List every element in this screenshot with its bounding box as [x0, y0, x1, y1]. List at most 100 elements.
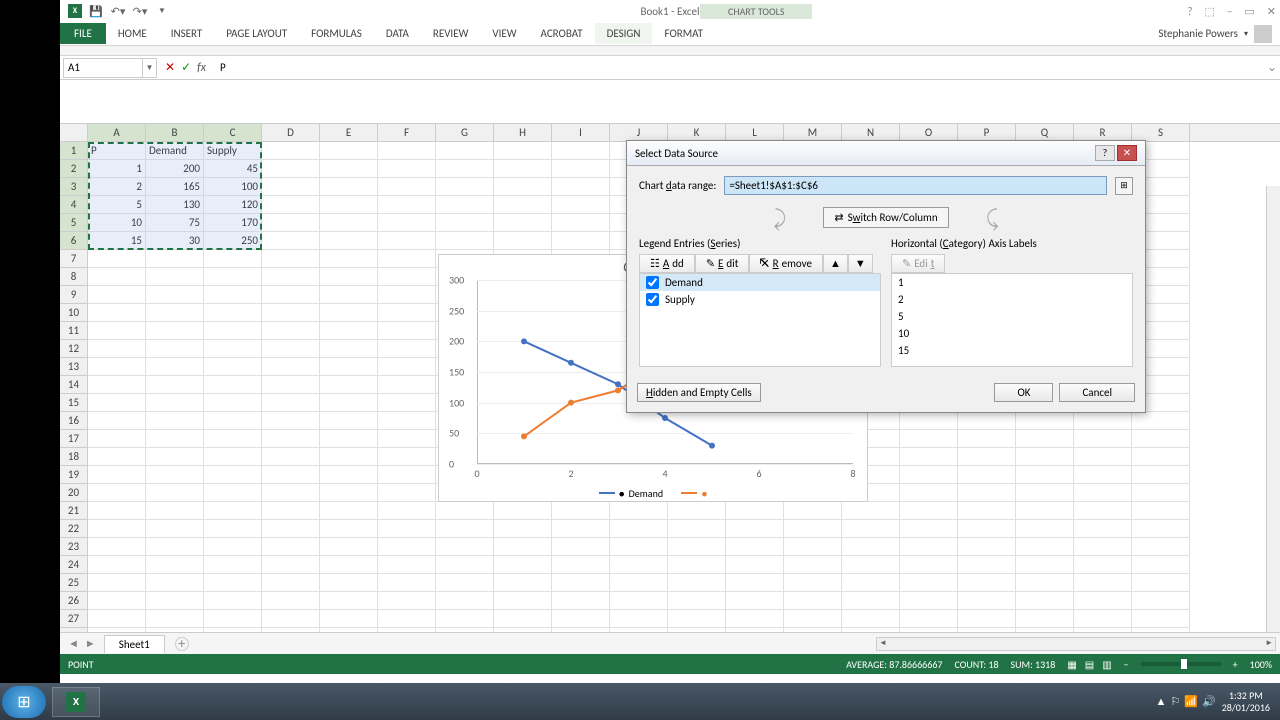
cell[interactable] — [204, 502, 262, 520]
cell[interactable]: 100 — [204, 178, 262, 196]
cell[interactable] — [262, 340, 320, 358]
cell[interactable] — [262, 394, 320, 412]
cell[interactable] — [552, 574, 610, 592]
tab-home[interactable]: HOME — [106, 23, 159, 44]
cell[interactable] — [1074, 610, 1132, 628]
cell[interactable] — [552, 592, 610, 610]
cell[interactable] — [378, 142, 436, 160]
cell[interactable] — [668, 520, 726, 538]
list-item[interactable]: Demand — [640, 274, 880, 291]
cell[interactable] — [320, 538, 378, 556]
cell[interactable] — [262, 214, 320, 232]
cell[interactable] — [552, 520, 610, 538]
cell[interactable] — [88, 502, 146, 520]
cell[interactable] — [378, 250, 436, 268]
cell[interactable] — [88, 448, 146, 466]
cell[interactable] — [320, 592, 378, 610]
cell[interactable] — [552, 196, 610, 214]
add-series-button[interactable]: ☷Add — [639, 254, 695, 273]
cell[interactable] — [900, 538, 958, 556]
row-header[interactable]: 24 — [60, 556, 88, 574]
cell[interactable] — [320, 142, 378, 160]
cell[interactable] — [1016, 592, 1074, 610]
row-header[interactable]: 19 — [60, 466, 88, 484]
cell[interactable] — [320, 322, 378, 340]
cell[interactable] — [262, 268, 320, 286]
cell[interactable] — [262, 322, 320, 340]
cell[interactable] — [436, 196, 494, 214]
cell[interactable] — [146, 304, 204, 322]
column-header[interactable]: N — [842, 124, 900, 141]
cell[interactable] — [146, 286, 204, 304]
chart-legend[interactable]: ●Demand ● — [439, 464, 867, 500]
row-header[interactable]: 21 — [60, 502, 88, 520]
cell[interactable]: 120 — [204, 196, 262, 214]
formula-expand-icon[interactable]: ⌄ — [1264, 60, 1280, 75]
cell[interactable] — [494, 520, 552, 538]
column-header[interactable]: L — [726, 124, 784, 141]
cell[interactable] — [494, 160, 552, 178]
cell[interactable] — [204, 484, 262, 502]
cell[interactable] — [1074, 430, 1132, 448]
cell[interactable] — [146, 394, 204, 412]
tab-page-layout[interactable]: PAGE LAYOUT — [214, 23, 299, 44]
cell[interactable] — [494, 142, 552, 160]
user-dropdown-icon[interactable]: ▾ — [1244, 29, 1248, 39]
cancel-formula-icon[interactable]: ✕ — [165, 60, 175, 75]
cell[interactable] — [842, 538, 900, 556]
cell[interactable] — [146, 448, 204, 466]
cell[interactable] — [320, 394, 378, 412]
cell[interactable] — [958, 538, 1016, 556]
cell[interactable] — [436, 520, 494, 538]
cell[interactable] — [320, 484, 378, 502]
cell[interactable] — [378, 160, 436, 178]
cell[interactable] — [436, 232, 494, 250]
column-header[interactable]: H — [494, 124, 552, 141]
row-header[interactable]: 2 — [60, 160, 88, 178]
user-area[interactable]: Stephanie Powers ▾ — [1158, 25, 1280, 43]
column-header[interactable]: C — [204, 124, 262, 141]
column-header[interactable]: K — [668, 124, 726, 141]
cell[interactable] — [378, 412, 436, 430]
dialog-titlebar[interactable]: Select Data Source ? ✕ — [627, 141, 1145, 166]
cell[interactable] — [900, 484, 958, 502]
cell[interactable] — [88, 520, 146, 538]
cell[interactable] — [552, 502, 610, 520]
cell[interactable] — [900, 592, 958, 610]
column-header[interactable]: G — [436, 124, 494, 141]
network-icon[interactable]: 📶 — [1184, 695, 1198, 708]
minimize-icon[interactable]: – — [1227, 5, 1232, 18]
column-header[interactable]: I — [552, 124, 610, 141]
cell[interactable] — [320, 214, 378, 232]
close-icon[interactable]: ✕ — [1267, 5, 1276, 18]
cell[interactable] — [262, 520, 320, 538]
cell[interactable] — [262, 286, 320, 304]
row-header[interactable]: 10 — [60, 304, 88, 322]
cell[interactable] — [900, 556, 958, 574]
clock[interactable]: 1:32 PM 28/01/2016 — [1222, 690, 1270, 714]
tray-icons[interactable]: ▲⚐📶🔊 — [1156, 695, 1216, 708]
cell[interactable] — [958, 592, 1016, 610]
cell[interactable] — [320, 250, 378, 268]
row-header[interactable]: 23 — [60, 538, 88, 556]
cell[interactable] — [378, 196, 436, 214]
cell[interactable] — [320, 160, 378, 178]
cell[interactable] — [378, 340, 436, 358]
row-header[interactable]: 14 — [60, 376, 88, 394]
cell[interactable] — [610, 574, 668, 592]
column-header[interactable]: B — [146, 124, 204, 141]
cell[interactable] — [726, 628, 784, 632]
cell[interactable] — [668, 610, 726, 628]
row-header[interactable]: 27 — [60, 610, 88, 628]
cell[interactable] — [204, 592, 262, 610]
cell[interactable]: Demand — [146, 142, 204, 160]
cell[interactable] — [726, 556, 784, 574]
cell[interactable] — [378, 376, 436, 394]
row-header[interactable]: 8 — [60, 268, 88, 286]
cell[interactable] — [88, 412, 146, 430]
cell[interactable] — [320, 412, 378, 430]
cell[interactable] — [958, 448, 1016, 466]
cell[interactable] — [262, 178, 320, 196]
cell[interactable] — [146, 250, 204, 268]
cell[interactable] — [958, 502, 1016, 520]
